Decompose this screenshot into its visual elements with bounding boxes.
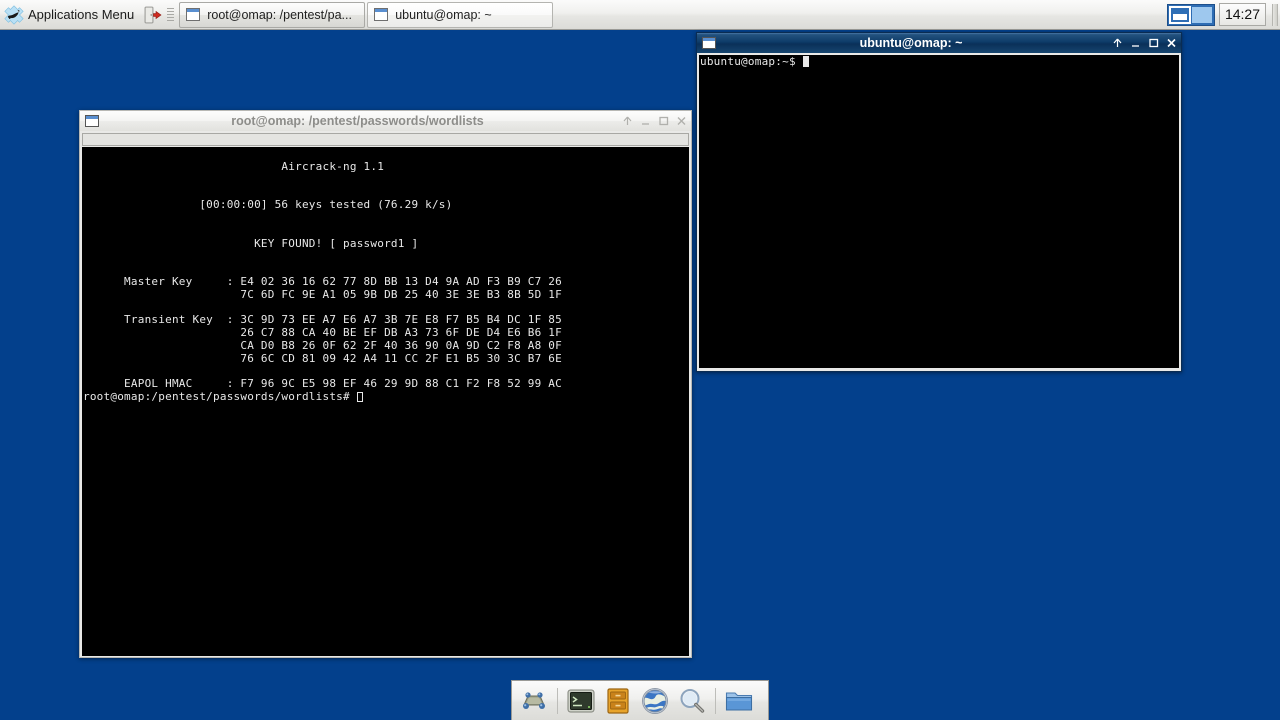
terminal-cursor [802,56,809,67]
terminal-prompt: root@omap:/pentest/passwords/wordlists# [83,390,357,404]
terminal-cursor [356,392,363,403]
top-panel: Applications Menu root@omap: /pentest/pa… [0,0,1280,30]
window-menu-icon[interactable] [85,115,99,127]
terminal-icon[interactable] [564,684,598,718]
dock-panel [511,680,769,720]
applications-menu-label: Applications Menu [28,7,135,22]
minimize-icon[interactable] [640,115,651,127]
web-browser-icon[interactable] [638,684,672,718]
window-icon [186,8,201,21]
file-manager-icon[interactable] [722,684,756,718]
file-cabinet-icon[interactable] [601,684,635,718]
log-out-icon[interactable] [140,2,164,28]
minimize-icon[interactable] [1130,37,1141,49]
terminal-scrollbar[interactable] [82,133,689,146]
terminal-output: Aircrack-ng 1.1 [00:00:00] 56 keys teste… [124,159,562,391]
panel-right-area: 14:27 [1166,3,1280,26]
workspace-switcher[interactable] [1166,3,1215,26]
terminal-prompt: ubuntu@omap:~$ [700,55,803,68]
window-buttons [616,115,687,127]
window-menu-icon[interactable] [702,37,716,49]
shade-icon[interactable] [622,115,633,127]
dock-separator [715,687,716,714]
workspace-2[interactable] [1190,5,1213,24]
maximize-icon[interactable] [658,115,669,127]
shade-icon[interactable] [1112,37,1123,49]
task-button-label: root@omap: /pentest/pa... [207,7,352,22]
titlebar-aircrack[interactable]: root@omap: /pentest/passwords/wordlists [79,110,692,131]
dock-separator [557,687,558,714]
terminal-screen-aircrack[interactable]: Aircrack-ng 1.1 [00:00:00] 56 keys teste… [82,147,689,656]
task-button-ubuntu[interactable]: ubuntu@omap: ~ [367,1,554,28]
terminal-frame-aircrack: Aircrack-ng 1.1 [00:00:00] 56 keys teste… [79,131,692,658]
maximize-icon[interactable] [1148,37,1159,49]
window-title: ubuntu@omap: ~ [859,36,963,50]
window-ubuntu[interactable]: ubuntu@omap: ~ ubuntu@omap:~$ [696,32,1182,372]
close-icon[interactable] [1166,37,1177,49]
task-button-label: ubuntu@omap: ~ [395,7,492,22]
applications-menu-button[interactable]: Applications Menu [0,1,140,29]
workspace-1[interactable] [1168,5,1191,24]
panel-grip[interactable] [1272,3,1278,26]
terminal-screen-ubuntu[interactable]: ubuntu@omap:~$ [699,55,1179,368]
panel-drag-handle[interactable] [167,5,175,25]
window-buttons [1106,37,1177,49]
show-desktop-icon[interactable] [517,684,551,718]
titlebar-ubuntu[interactable]: ubuntu@omap: ~ [696,32,1182,53]
terminal-frame-ubuntu: ubuntu@omap:~$ [696,53,1182,372]
clock[interactable]: 14:27 [1218,3,1266,26]
task-button-aircrack[interactable]: root@omap: /pentest/pa... [179,1,366,28]
close-icon[interactable] [676,115,687,127]
tasklist: root@omap: /pentest/pa... ubuntu@omap: ~ [179,1,1167,28]
window-aircrack[interactable]: root@omap: /pentest/passwords/wordlists … [79,110,692,658]
window-icon [374,8,389,21]
search-icon[interactable] [675,684,709,718]
xfce-mouse-icon [3,4,25,26]
window-title: root@omap: /pentest/passwords/wordlists [231,114,484,128]
